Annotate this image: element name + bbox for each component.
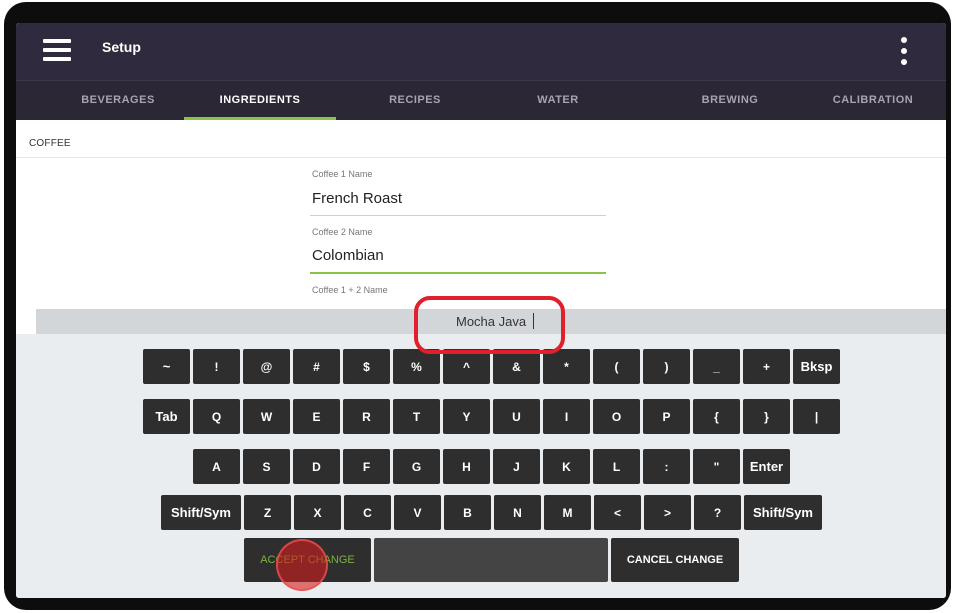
key-t[interactable]: T: [393, 399, 440, 434]
key-w[interactable]: W: [243, 399, 290, 434]
key-underscore[interactable]: _: [693, 349, 740, 384]
key-s[interactable]: S: [243, 449, 290, 484]
key-h[interactable]: H: [443, 449, 490, 484]
app-bar: Setup: [16, 23, 946, 80]
key-less-than[interactable]: <: [594, 495, 641, 530]
key-pipe[interactable]: |: [793, 399, 840, 434]
key-k[interactable]: K: [543, 449, 590, 484]
key-shift-sym-right[interactable]: Shift/Sym: [744, 495, 822, 530]
coffee-1-2-name-label: Coffee 1 + 2 Name: [312, 285, 388, 295]
key-b[interactable]: B: [444, 495, 491, 530]
key-m[interactable]: M: [544, 495, 591, 530]
tab-beverages[interactable]: BEVERAGES: [54, 81, 182, 120]
key-l[interactable]: L: [593, 449, 640, 484]
more-vertical-icon[interactable]: [896, 37, 912, 65]
key-g[interactable]: G: [393, 449, 440, 484]
space-bar[interactable]: [374, 538, 608, 582]
key-at[interactable]: @: [243, 349, 290, 384]
key-a[interactable]: A: [193, 449, 240, 484]
tab-water[interactable]: WATER: [494, 81, 622, 120]
key-question[interactable]: ?: [694, 495, 741, 530]
section-label-coffee: COFFEE: [29, 138, 71, 149]
key-left-paren[interactable]: (: [593, 349, 640, 384]
key-tilde[interactable]: ~: [143, 349, 190, 384]
key-quote[interactable]: ": [693, 449, 740, 484]
key-x[interactable]: X: [294, 495, 341, 530]
key-ampersand[interactable]: &: [493, 349, 540, 384]
key-y[interactable]: Y: [443, 399, 490, 434]
key-f[interactable]: F: [343, 449, 390, 484]
key-o[interactable]: O: [593, 399, 640, 434]
key-r[interactable]: R: [343, 399, 390, 434]
key-c[interactable]: C: [344, 495, 391, 530]
key-d[interactable]: D: [293, 449, 340, 484]
tap-indicator: [276, 539, 328, 591]
key-caret[interactable]: ^: [443, 349, 490, 384]
coffee-1-name-label: Coffee 1 Name: [312, 169, 373, 179]
coffee-2-name-underline: [310, 272, 606, 274]
key-colon[interactable]: :: [643, 449, 690, 484]
key-v[interactable]: V: [394, 495, 441, 530]
tab-recipes[interactable]: RECIPES: [351, 81, 479, 120]
hamburger-menu-icon[interactable]: [43, 39, 71, 61]
tab-brewing[interactable]: BREWING: [666, 81, 794, 120]
cancel-change-button[interactable]: CANCEL CHANGE: [611, 538, 739, 582]
app-title: Setup: [102, 39, 141, 55]
key-i[interactable]: I: [543, 399, 590, 434]
key-exclamation[interactable]: !: [193, 349, 240, 384]
tab-bar: BEVERAGES INGREDIENTS RECIPES WATER BREW…: [16, 80, 946, 120]
key-j[interactable]: J: [493, 449, 540, 484]
tab-ingredients[interactable]: INGREDIENTS: [184, 81, 336, 120]
key-q[interactable]: Q: [193, 399, 240, 434]
tab-calibration[interactable]: CALIBRATION: [809, 81, 937, 120]
key-percent[interactable]: %: [393, 349, 440, 384]
key-asterisk[interactable]: *: [543, 349, 590, 384]
section-divider: [16, 157, 946, 158]
key-hash[interactable]: #: [293, 349, 340, 384]
key-greater-than[interactable]: >: [644, 495, 691, 530]
key-right-paren[interactable]: ): [643, 349, 690, 384]
key-plus[interactable]: +: [743, 349, 790, 384]
key-enter[interactable]: Enter: [743, 449, 790, 484]
key-backspace[interactable]: Bksp: [793, 349, 840, 384]
key-tab[interactable]: Tab: [143, 399, 190, 434]
key-left-brace[interactable]: {: [693, 399, 740, 434]
key-u[interactable]: U: [493, 399, 540, 434]
key-z[interactable]: Z: [244, 495, 291, 530]
coffee-1-name-underline: [310, 215, 606, 216]
key-p[interactable]: P: [643, 399, 690, 434]
input-highlight-annotation: [414, 296, 565, 354]
key-e[interactable]: E: [293, 399, 340, 434]
key-dollar[interactable]: $: [343, 349, 390, 384]
key-right-brace[interactable]: }: [743, 399, 790, 434]
key-shift-sym-left[interactable]: Shift/Sym: [161, 495, 241, 530]
coffee-2-name-field[interactable]: Colombian: [312, 247, 384, 264]
coffee-2-name-label: Coffee 2 Name: [312, 227, 373, 237]
coffee-1-name-field[interactable]: French Roast: [312, 190, 402, 207]
key-n[interactable]: N: [494, 495, 541, 530]
